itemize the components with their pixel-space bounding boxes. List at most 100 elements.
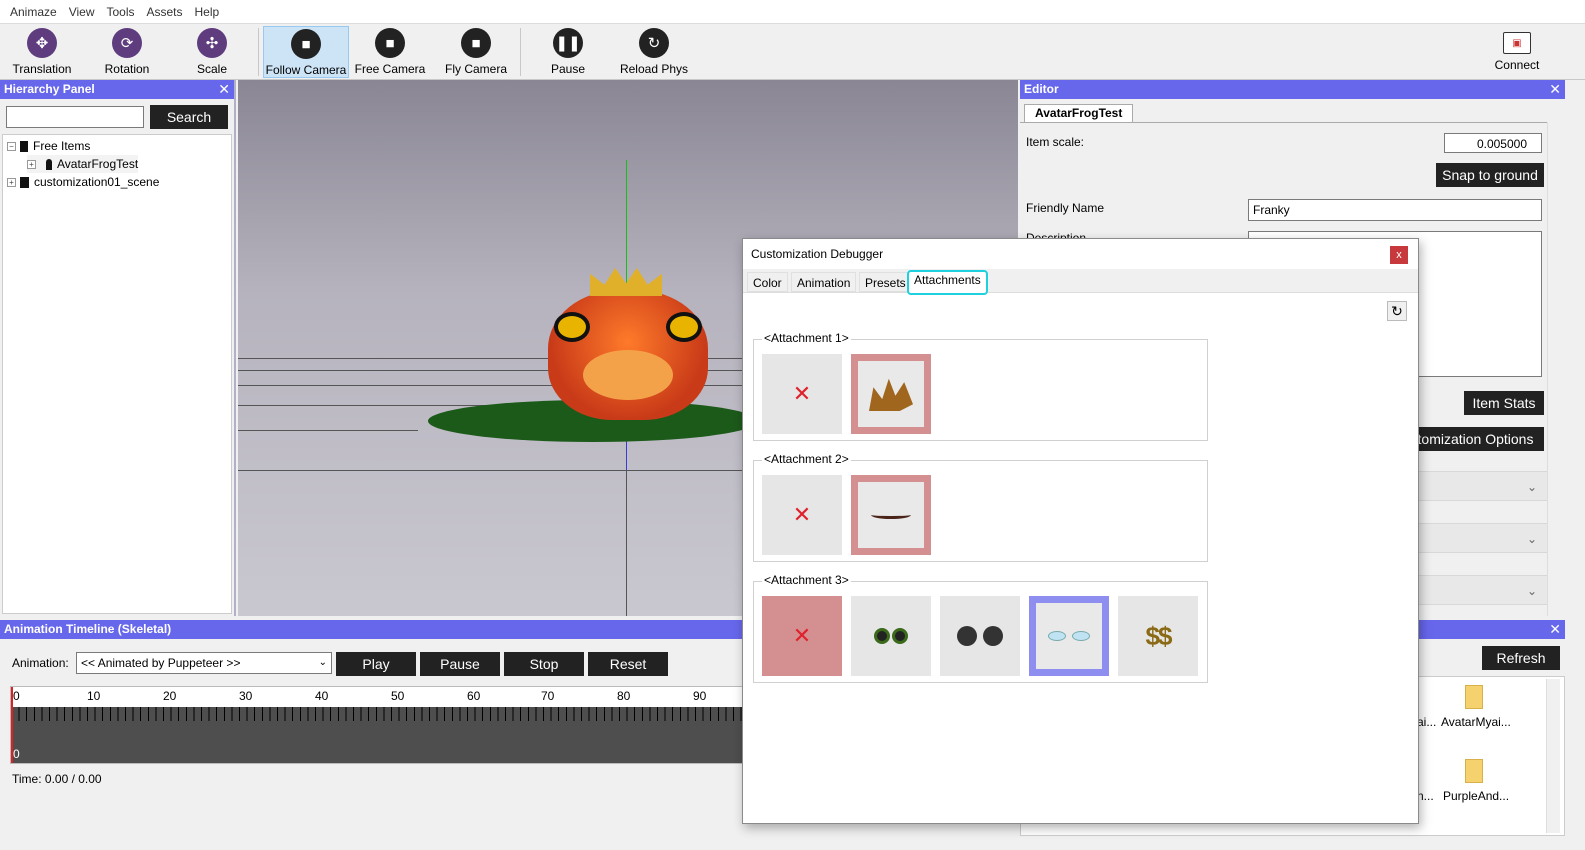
menu-animaze[interactable]: Animaze bbox=[4, 5, 63, 19]
collapsed-section[interactable]: ⌄ bbox=[1400, 471, 1550, 501]
tick-label: 80 bbox=[617, 689, 631, 703]
pause-label: Pause bbox=[550, 62, 586, 76]
ruler-labels: 0 10 20 30 40 50 60 70 80 90 bbox=[11, 687, 769, 707]
tree-node-free-items[interactable]: − Free Items bbox=[7, 137, 90, 155]
connect-button[interactable]: ▣ Connect bbox=[1488, 26, 1546, 78]
tree-label: Free Items bbox=[33, 139, 91, 153]
attachment-label: <Attachment 3> bbox=[762, 573, 851, 587]
expand-icon[interactable]: + bbox=[27, 159, 36, 169]
attachment-slot-none[interactable]: ✕ bbox=[762, 354, 842, 434]
attachment-label: <Attachment 1> bbox=[762, 331, 851, 345]
tab-presets[interactable]: Presets bbox=[859, 272, 912, 292]
attachment-group-1: <Attachment 1> ✕ bbox=[753, 331, 1208, 441]
camera-icon: ■ bbox=[375, 28, 405, 58]
follow-camera-button[interactable]: ■ Follow Camera bbox=[263, 26, 349, 78]
mustache-icon bbox=[871, 511, 911, 519]
free-camera-button[interactable]: ■ Free Camera bbox=[352, 26, 428, 78]
asset-label[interactable]: PurpleAnd... bbox=[1443, 789, 1509, 803]
play-button[interactable]: Play bbox=[336, 652, 416, 676]
editor-scrollbar[interactable] bbox=[1547, 122, 1565, 616]
playhead[interactable] bbox=[11, 687, 13, 763]
collapse-icon[interactable]: − bbox=[7, 141, 16, 151]
close-icon[interactable]: ✕ bbox=[1549, 620, 1561, 639]
refresh-button[interactable]: Refresh bbox=[1482, 646, 1560, 670]
collapsed-section[interactable]: ⌄ bbox=[1400, 523, 1550, 553]
attachment-slot-frog-glasses[interactable] bbox=[851, 596, 931, 676]
scale-icon: ✣ bbox=[197, 28, 227, 58]
snap-to-ground-button[interactable]: Snap to ground bbox=[1436, 163, 1544, 187]
hierarchy-search-input[interactable] bbox=[6, 106, 144, 128]
pause-button[interactable]: ❚❚ Pause bbox=[540, 26, 596, 78]
close-icon[interactable]: ✕ bbox=[218, 80, 230, 99]
attachment-slot-none[interactable]: ✕ bbox=[762, 475, 842, 555]
tree-node-customization-scene[interactable]: + customization01_scene bbox=[7, 173, 159, 191]
reset-icon[interactable]: ↻ bbox=[1387, 301, 1407, 321]
customization-options-button[interactable]: stomization Options bbox=[1400, 427, 1544, 451]
free-camera-label: Free Camera bbox=[354, 62, 426, 76]
frog-mouth bbox=[583, 350, 673, 400]
tree-label: AvatarFrogTest bbox=[57, 157, 139, 171]
attachment-slot-rimless-glasses[interactable] bbox=[1029, 596, 1109, 676]
dialog-tabs: Color Animation Presets Attachments bbox=[743, 269, 1418, 295]
menu-view[interactable]: View bbox=[63, 5, 101, 19]
folder-icon[interactable] bbox=[1465, 759, 1483, 783]
toolbar-separator bbox=[258, 28, 259, 76]
animaze-editor-window: Animaze View Tools Assets Help ✥ Transla… bbox=[0, 0, 1585, 850]
follow-camera-label: Follow Camera bbox=[265, 63, 347, 77]
friendly-name-field[interactable]: Franky bbox=[1248, 199, 1542, 221]
attachment-group-2: <Attachment 2> ✕ bbox=[753, 452, 1208, 562]
attachment-label: <Attachment 2> bbox=[762, 452, 851, 466]
asset-scrollbar[interactable] bbox=[1546, 679, 1560, 833]
timeline-ruler[interactable]: 0 10 20 30 40 50 60 70 80 90 0 bbox=[10, 686, 770, 764]
attachment-slot-round-sunglasses[interactable] bbox=[940, 596, 1020, 676]
animation-select[interactable]: << Animated by Puppeteer >> ⌄ bbox=[76, 652, 332, 674]
close-icon[interactable]: x bbox=[1390, 246, 1408, 264]
close-icon[interactable]: ✕ bbox=[1549, 80, 1561, 99]
menu-help[interactable]: Help bbox=[189, 5, 226, 19]
slot-preview bbox=[858, 482, 924, 548]
attachment-slot-mustache[interactable] bbox=[851, 475, 931, 555]
time-readout: Time: 0.00 / 0.00 bbox=[12, 772, 102, 786]
fly-camera-label: Fly Camera bbox=[444, 62, 507, 76]
item-scale-field[interactable]: 0.005000 bbox=[1444, 133, 1542, 153]
item-scale-label: Item scale: bbox=[1026, 135, 1085, 149]
attachment-slot-crown[interactable] bbox=[851, 354, 931, 434]
tick-label: 0 bbox=[13, 689, 20, 703]
floor-grid-line bbox=[238, 430, 418, 431]
menu-tools[interactable]: Tools bbox=[100, 5, 140, 19]
menu-assets[interactable]: Assets bbox=[141, 5, 189, 19]
crown-icon bbox=[869, 378, 913, 411]
expand-icon[interactable]: + bbox=[7, 177, 16, 187]
reload-phys-button[interactable]: ↻ Reload Phys bbox=[616, 26, 692, 78]
asset-label[interactable]: AvatarMyai... bbox=[1441, 715, 1511, 729]
main-toolbar: ✥ Translation ⟳ Rotation ✣ Scale ■ Follo… bbox=[0, 24, 1585, 80]
reset-button[interactable]: Reset bbox=[588, 652, 668, 676]
animation-label: Animation: bbox=[12, 656, 69, 670]
menubar: Animaze View Tools Assets Help bbox=[0, 0, 1585, 24]
editor-tab-avatarfrogtest[interactable]: AvatarFrogTest bbox=[1024, 104, 1134, 122]
tab-animation[interactable]: Animation bbox=[791, 272, 857, 292]
tick-label: 10 bbox=[87, 689, 101, 703]
tab-attachments[interactable]: Attachments bbox=[907, 270, 988, 295]
translation-button[interactable]: ✥ Translation bbox=[8, 26, 76, 78]
asset-label: n... bbox=[1417, 789, 1434, 803]
connect-icon: ▣ bbox=[1503, 32, 1531, 54]
tab-color[interactable]: Color bbox=[747, 272, 788, 292]
rotation-icon: ⟳ bbox=[112, 28, 142, 58]
track-start-label: 0 bbox=[13, 747, 20, 761]
translation-label: Translation bbox=[12, 62, 72, 76]
pause-timeline-button[interactable]: Pause bbox=[420, 652, 500, 676]
slot-preview bbox=[1036, 603, 1102, 669]
toolbar-separator bbox=[520, 28, 521, 76]
hierarchy-search-button[interactable]: Search bbox=[150, 105, 228, 129]
folder-icon[interactable] bbox=[1465, 685, 1483, 709]
collapsed-section[interactable]: ⌄ bbox=[1400, 575, 1550, 605]
rotation-button[interactable]: ⟳ Rotation bbox=[94, 26, 160, 78]
fly-camera-button[interactable]: ■ Fly Camera bbox=[440, 26, 512, 78]
scale-button[interactable]: ✣ Scale bbox=[180, 26, 244, 78]
attachment-slot-dollar-glasses[interactable]: $$ bbox=[1118, 596, 1198, 676]
stop-button[interactable]: Stop bbox=[504, 652, 584, 676]
item-stats-button[interactable]: Item Stats bbox=[1464, 391, 1544, 415]
attachment-slot-none[interactable]: ✕ bbox=[762, 596, 842, 676]
tree-node-avatarfrogtest[interactable]: + AvatarFrogTest bbox=[27, 155, 139, 173]
